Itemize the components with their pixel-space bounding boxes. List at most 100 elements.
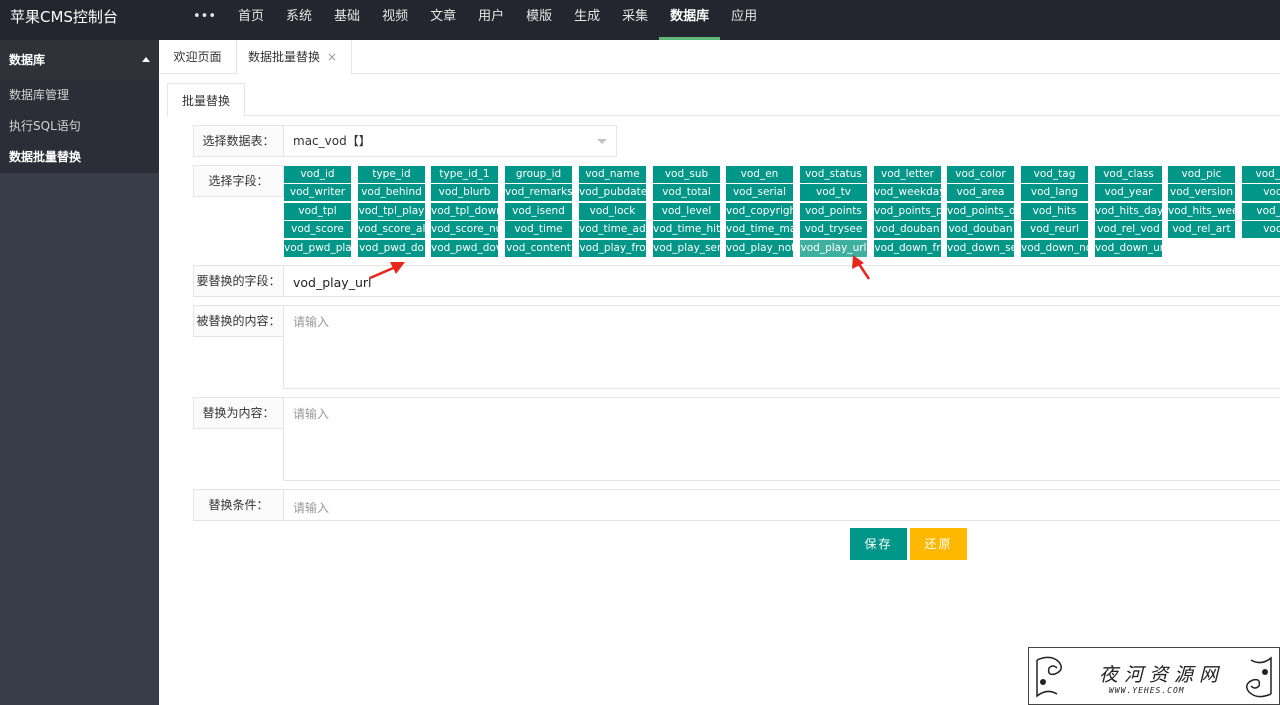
field-button[interactable]: vod_version [1168, 184, 1235, 201]
field-button[interactable]: vod_play_fro [579, 240, 646, 257]
sidebar-item-run-sql[interactable]: 执行SQL语句 [0, 111, 159, 142]
field-button[interactable]: vod_rel_vod [1095, 221, 1162, 238]
field-button[interactable]: vod_hit [1242, 203, 1280, 220]
field-button[interactable]: vod_hits [1021, 203, 1088, 220]
tab-batch-replace[interactable]: 数据批量替换 × [237, 40, 352, 75]
field-button[interactable]: vod_en [726, 166, 793, 183]
close-icon[interactable]: × [327, 40, 337, 74]
find-content-textarea[interactable]: 请输入 [283, 305, 1280, 389]
field-button[interactable]: vod_pwd_dov [431, 240, 498, 257]
replace-field-input[interactable]: vod_play_url [283, 265, 1280, 297]
field-button-grid: vod_id type_id type_id_1 group_id vod_name vo… [283, 165, 1280, 257]
field-button[interactable]: vod_pic [1242, 166, 1280, 183]
field-button[interactable]: vod_copyright [726, 203, 793, 220]
field-button[interactable]: vod_sub [653, 166, 720, 183]
field-button[interactable]: vod_score [284, 221, 351, 238]
condition-input[interactable]: 请输入 [283, 489, 1280, 521]
field-button[interactable]: vod_total [653, 184, 720, 201]
field-button[interactable]: vod_douban [947, 221, 1014, 238]
nav-item-6[interactable]: 用户 [467, 0, 515, 40]
find-content-placeholder: 请输入 [293, 315, 330, 329]
nav-item-4[interactable]: 视频 [371, 0, 419, 40]
field-button[interactable]: vod_trysee [800, 221, 867, 238]
field-button[interactable]: vod_tpl_play [358, 203, 425, 220]
replace-content-textarea[interactable]: 请输入 [283, 397, 1280, 481]
field-button[interactable]: type_id_1 [431, 166, 498, 183]
field-button[interactable]: vod_isend [505, 203, 572, 220]
field-button[interactable]: vod_down_fr [874, 240, 941, 257]
field-button[interactable]: vod_points [800, 203, 867, 220]
nav-item-11[interactable]: 应用 [720, 0, 768, 40]
field-button[interactable]: vod_blurb [431, 184, 498, 201]
field-button[interactable]: vod_content [505, 240, 572, 257]
nav-item-7[interactable]: 模版 [515, 0, 563, 40]
field-button[interactable]: vod_letter [874, 166, 941, 183]
field-button[interactable]: group_id [505, 166, 572, 183]
field-button[interactable]: vod_points_p [874, 203, 941, 220]
field-button[interactable]: vod_time_add [579, 221, 646, 238]
field-button[interactable]: vod_pwd_pla [284, 240, 351, 257]
tab-batch-replace-form[interactable]: 批量替换 [167, 83, 245, 117]
field-button[interactable]: vod_hits_wee [1168, 203, 1235, 220]
field-button[interactable]: vod_lang [1021, 184, 1088, 201]
save-button[interactable]: 保存 [850, 528, 907, 560]
sidebar-heading[interactable]: 数据库 [0, 40, 159, 80]
field-button[interactable]: vod_score_all [358, 221, 425, 238]
field-button[interactable]: vod_play_ser [653, 240, 720, 257]
field-button[interactable]: vod_lock [579, 203, 646, 220]
reset-button[interactable]: 还原 [910, 528, 967, 560]
field-button[interactable]: vod_time_hits [653, 221, 720, 238]
field-button[interactable]: vod_status [800, 166, 867, 183]
field-button[interactable]: vod_pic [1168, 166, 1235, 183]
field-button[interactable]: vod_remarks [505, 184, 572, 201]
field-button[interactable]: vod_color [947, 166, 1014, 183]
field-button[interactable]: vod_name [579, 166, 646, 183]
sidebar-item-db-manage[interactable]: 数据库管理 [0, 80, 159, 111]
field-button[interactable]: vod_douban [874, 221, 941, 238]
field-button[interactable]: vod_class [1095, 166, 1162, 183]
field-button[interactable]: vod_ [1242, 221, 1280, 238]
field-button[interactable]: vod_tv [800, 184, 867, 201]
field-button[interactable]: vod_time_ma [726, 221, 793, 238]
field-button[interactable]: vod_hits_day [1095, 203, 1162, 220]
field-button[interactable]: vod_score_nu [431, 221, 498, 238]
field-button[interactable]: vod_level [653, 203, 720, 220]
field-button[interactable]: vod_id [284, 166, 351, 183]
nav-item-9[interactable]: 采集 [611, 0, 659, 40]
nav-item-8[interactable]: 生成 [563, 0, 611, 40]
field-button[interactable]: vod_pwd_do [358, 240, 425, 257]
field-button[interactable]: vod_ [1242, 184, 1280, 201]
field-button[interactable]: vod_down_no [1021, 240, 1088, 257]
nav-item-5[interactable]: 文章 [419, 0, 467, 40]
field-button[interactable]: vod_weekday [874, 184, 941, 201]
field-button[interactable]: vod_serial [726, 184, 793, 201]
field-button[interactable]: vod_play_url [800, 240, 867, 257]
nav-item-10[interactable]: 数据库 [659, 0, 721, 40]
field-button[interactable]: vod_tpl_down [431, 203, 498, 220]
sidebar-item-batch-replace[interactable]: 数据批量替换 [0, 142, 159, 173]
field-button[interactable]: vod_reurl [1021, 221, 1088, 238]
field-button[interactable]: vod_rel_art [1168, 221, 1235, 238]
tab-welcome[interactable]: 欢迎页面 [159, 40, 237, 74]
field-button[interactable]: vod_play_not [726, 240, 793, 257]
nav-item-3[interactable]: 基础 [323, 0, 371, 40]
sidebar-menu: 数据库管理 执行SQL语句 数据批量替换 [0, 80, 159, 173]
field-button[interactable]: vod_down_se [947, 240, 1014, 257]
field-button[interactable]: vod_writer [284, 184, 351, 201]
collapse-up-icon [142, 57, 150, 62]
table-select[interactable]: mac_vod【】 [283, 125, 617, 157]
field-button[interactable]: vod_tag [1021, 166, 1088, 183]
field-button[interactable]: vod_down_ur [1095, 240, 1162, 257]
field-button[interactable]: vod_behind [358, 184, 425, 201]
nav-item-1[interactable]: 首页 [227, 0, 275, 40]
nav-item-2[interactable]: 系统 [275, 0, 323, 40]
nav-item-0[interactable]: ••• [182, 0, 227, 40]
field-button[interactable]: vod_time [505, 221, 572, 238]
replace-field-value: vod_play_url [293, 275, 372, 290]
field-button[interactable]: vod_points_d [947, 203, 1014, 220]
field-button[interactable]: type_id [358, 166, 425, 183]
field-button[interactable]: vod_tpl [284, 203, 351, 220]
field-button[interactable]: vod_area [947, 184, 1014, 201]
field-button[interactable]: vod_pubdate [579, 184, 646, 201]
field-button[interactable]: vod_year [1095, 184, 1162, 201]
